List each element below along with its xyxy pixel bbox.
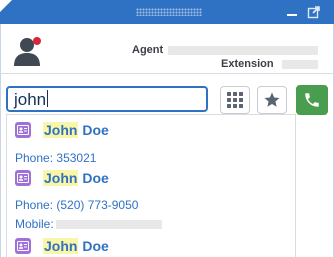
dialpad-button[interactable] [220,86,250,114]
extension-value-redacted [282,60,318,69]
minimize-icon[interactable] [284,4,300,20]
call-button[interactable] [296,85,328,115]
match-highlight: John [43,170,79,186]
contact-name[interactable]: John Doe [43,170,109,187]
search-results-list: John Doe Phone: 353021 John Doe Phone: (… [6,114,296,257]
agent-name-redacted [168,46,318,55]
contact-name[interactable]: John Doe [43,122,109,139]
drag-handle[interactable] [136,8,202,16]
star-icon [264,92,280,107]
contact-name[interactable]: John Doe [43,238,109,255]
contact-card-icon [15,238,31,254]
contact-card-icon [15,170,31,186]
text-caret [47,90,49,107]
search-input-value: john [14,90,47,109]
match-highlight: John [43,238,79,254]
contact-card-icon [15,122,31,138]
resize-corner-icon[interactable] [0,0,12,12]
agent-status-indicator [33,37,41,45]
contact-mobile[interactable]: Mobile: [15,217,162,231]
agent-header: Agent Extension [0,24,334,74]
popout-icon[interactable] [306,4,322,20]
contact-phone[interactable]: Phone: (520) 773-9050 [15,198,138,212]
favorites-button[interactable] [257,86,287,114]
window-titlebar[interactable] [0,0,334,24]
search-input[interactable]: john [6,86,208,112]
dialpad-icon [227,92,243,108]
phone-icon [305,93,319,107]
mobile-number-redacted [55,220,162,229]
agent-label: Agent [132,44,164,56]
contact-phone[interactable]: Phone: 353021 [15,151,96,165]
extension-label: Extension [221,58,274,70]
match-highlight: John [43,122,79,138]
